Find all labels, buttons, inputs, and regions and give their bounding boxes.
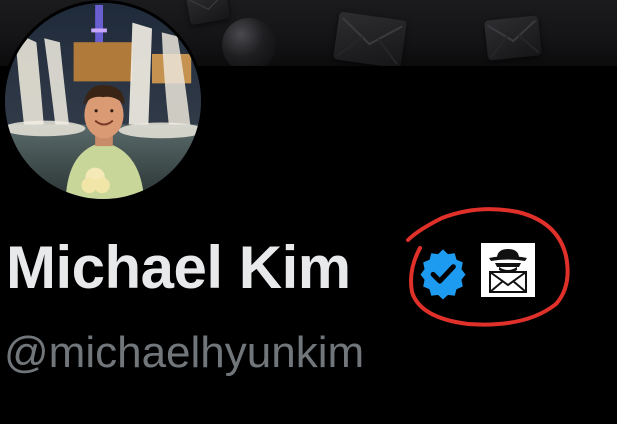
envelope-icon bbox=[185, 0, 231, 26]
sphere-decoration bbox=[222, 18, 276, 66]
username-handle: @michaelhyunkim bbox=[4, 328, 365, 377]
envelope-icon bbox=[332, 11, 408, 66]
verified-badge-icon[interactable] bbox=[416, 246, 470, 300]
envelope-icon bbox=[484, 15, 542, 61]
display-name: Michael Kim bbox=[6, 234, 351, 301]
avatar[interactable] bbox=[2, 0, 204, 202]
spy-envelope-icon[interactable] bbox=[478, 240, 538, 300]
